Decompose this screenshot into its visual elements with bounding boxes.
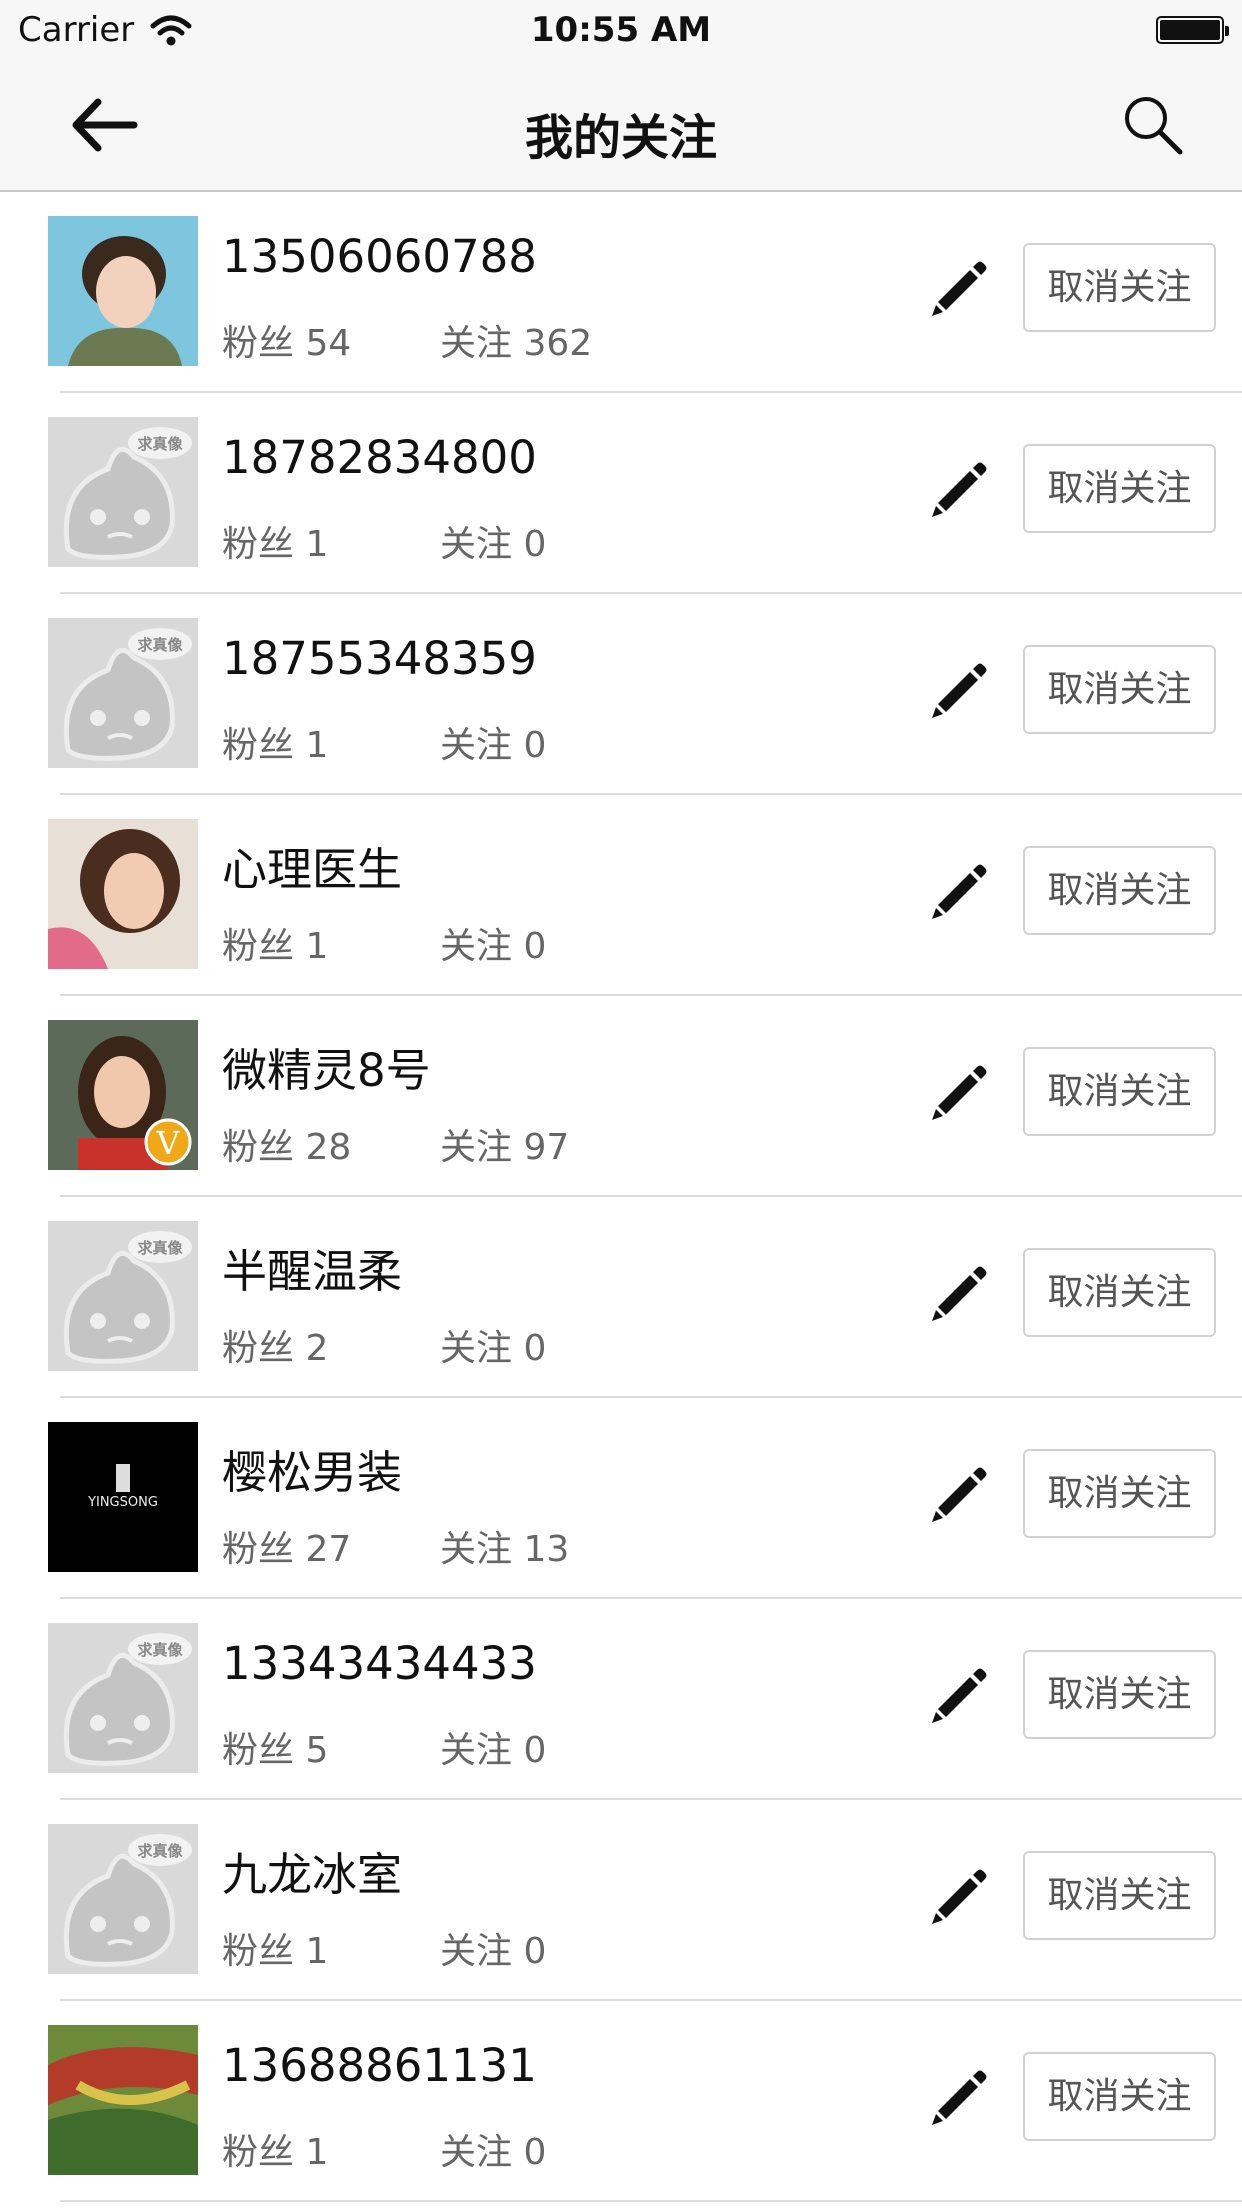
following-count: 关注 362	[440, 323, 593, 364]
fans-count: 粉丝 2	[222, 1328, 329, 1369]
fans-count: 粉丝 1	[222, 1931, 329, 1972]
avatar[interactable]: V	[48, 1020, 198, 1170]
list-item[interactable]: 求真像 13343434433 粉丝 5 关注 0 取消关注	[0, 1599, 1242, 1800]
unfollow-button[interactable]: 取消关注	[1023, 1650, 1216, 1739]
avatar[interactable]: 求真像	[48, 417, 198, 567]
fans-count: 粉丝 54	[222, 323, 352, 364]
list-item[interactable]: V 微精灵8号粉丝 28 关注 97 取消关注	[0, 996, 1242, 1197]
list-item[interactable]: 求真像 18755348359 粉丝 1 关注 0 取消关注	[0, 594, 1242, 795]
default-avatar-image: 求真像	[48, 618, 198, 768]
user-name: 樱松男装	[222, 1446, 403, 1499]
fans-count: 粉丝 28	[222, 1127, 352, 1168]
user-name: 13506060788	[222, 230, 537, 283]
avatar-badge-text: 求真像	[137, 1239, 183, 1257]
pencil-icon[interactable]	[928, 256, 992, 320]
list-item[interactable]: 13506060788 粉丝 54 关注 362 取消关注	[0, 192, 1242, 393]
user-name: 13688861131	[222, 2039, 537, 2092]
fans-count: 粉丝 1	[222, 524, 329, 565]
status-bar: Carrier 10:55 AM	[0, 0, 1242, 62]
user-name: 13343434433	[222, 1637, 537, 1690]
default-avatar-image: 求真像	[48, 1824, 198, 1974]
pencil-icon[interactable]	[928, 859, 992, 923]
fans-count: 粉丝 1	[222, 2132, 329, 2173]
avatar-badge-text: 求真像	[137, 1641, 183, 1659]
page-title: 我的关注	[524, 110, 717, 166]
user-name: 18755348359	[222, 632, 537, 685]
list-item[interactable]: YINGSONG 樱松男装粉丝 27 关注 13 取消关注	[0, 1398, 1242, 1599]
avatar[interactable]: 求真像	[48, 1221, 198, 1371]
avatar-photo	[48, 819, 198, 969]
pencil-icon[interactable]	[928, 1663, 992, 1727]
unfollow-button[interactable]: 取消关注	[1023, 444, 1216, 533]
following-count: 关注 0	[440, 1328, 547, 1369]
unfollow-button[interactable]: 取消关注	[1023, 846, 1216, 935]
fans-count: 粉丝 1	[222, 725, 329, 766]
avatar[interactable]: 求真像	[48, 618, 198, 768]
following-count: 关注 0	[440, 2132, 547, 2173]
avatar-photo: V	[48, 1020, 198, 1170]
unfollow-button[interactable]: 取消关注	[1023, 1851, 1216, 1940]
pencil-icon[interactable]	[928, 1864, 992, 1928]
avatar[interactable]	[48, 819, 198, 969]
pencil-icon[interactable]	[928, 1261, 992, 1325]
user-name: 九龙冰室	[222, 1848, 403, 1901]
pencil-icon[interactable]	[928, 1462, 992, 1526]
user-name: 半醒温柔	[222, 1245, 403, 1298]
following-count: 关注 13	[440, 1529, 570, 1570]
following-count: 关注 0	[440, 1931, 547, 1972]
unfollow-button[interactable]: 取消关注	[1023, 645, 1216, 734]
avatar[interactable]: 求真像	[48, 1623, 198, 1773]
pencil-icon[interactable]	[928, 2065, 992, 2129]
list-item[interactable]: 求真像 半醒温柔粉丝 2 关注 0 取消关注	[0, 1197, 1242, 1398]
avatar-photo	[48, 2025, 198, 2175]
fans-count: 粉丝 5	[222, 1730, 329, 1771]
pencil-icon[interactable]	[928, 457, 992, 521]
list-item[interactable]: 心理医生粉丝 1 关注 0 取消关注	[0, 795, 1242, 996]
clock: 10:55 AM	[530, 10, 712, 50]
fans-count: 粉丝 1	[222, 926, 329, 967]
following-count: 关注 0	[440, 524, 547, 565]
search-icon[interactable]	[1118, 90, 1188, 160]
pencil-icon[interactable]	[928, 658, 992, 722]
brand-logo-image: YINGSONG	[48, 1422, 198, 1572]
list-item[interactable]: 求真像 九龙冰室粉丝 1 关注 0 取消关注	[0, 1800, 1242, 2001]
unfollow-button[interactable]: 取消关注	[1023, 243, 1216, 332]
list-item[interactable]: 求真像 18782834800 粉丝 1 关注 0 取消关注	[0, 393, 1242, 594]
avatar-photo	[48, 216, 198, 366]
battery-icon	[1156, 16, 1229, 44]
unfollow-button[interactable]: 取消关注	[1023, 2052, 1216, 2141]
avatar-badge-text: YINGSONG	[87, 1495, 158, 1510]
unfollow-button[interactable]: 取消关注	[1023, 1449, 1216, 1538]
following-count: 关注 0	[440, 1730, 547, 1771]
avatar-badge-text: 求真像	[137, 1842, 183, 1860]
avatar[interactable]	[48, 216, 198, 366]
avatar[interactable]	[48, 2025, 198, 2175]
list-item[interactable]: 13688861131 粉丝 1 关注 0 取消关注	[0, 2001, 1242, 2202]
user-name: 微精灵8号	[222, 1044, 431, 1097]
default-avatar-image: 求真像	[48, 417, 198, 567]
avatar[interactable]: 求真像	[48, 1824, 198, 1974]
pencil-icon[interactable]	[928, 1060, 992, 1124]
unfollow-button[interactable]: 取消关注	[1023, 1248, 1216, 1337]
following-count: 关注 97	[440, 1127, 570, 1168]
avatar[interactable]: YINGSONG	[48, 1422, 198, 1572]
default-avatar-image: 求真像	[48, 1623, 198, 1773]
unfollow-button[interactable]: 取消关注	[1023, 1047, 1216, 1136]
fans-count: 粉丝 27	[222, 1529, 352, 1570]
user-name: 心理医生	[222, 843, 403, 896]
following-count: 关注 0	[440, 725, 547, 766]
following-count: 关注 0	[440, 926, 547, 967]
avatar-badge-text: 求真像	[137, 435, 183, 453]
default-avatar-image: 求真像	[48, 1221, 198, 1371]
avatar-badge-text: V	[155, 1124, 180, 1162]
avatar-badge-text: 求真像	[137, 636, 183, 654]
user-name: 18782834800	[222, 431, 537, 484]
divider	[60, 2200, 1242, 2202]
following-list: 13506060788 粉丝 54 关注 362 取消关注 求真像 18782834800…	[0, 192, 1242, 2202]
navigation-bar: 我的关注	[0, 62, 1242, 192]
